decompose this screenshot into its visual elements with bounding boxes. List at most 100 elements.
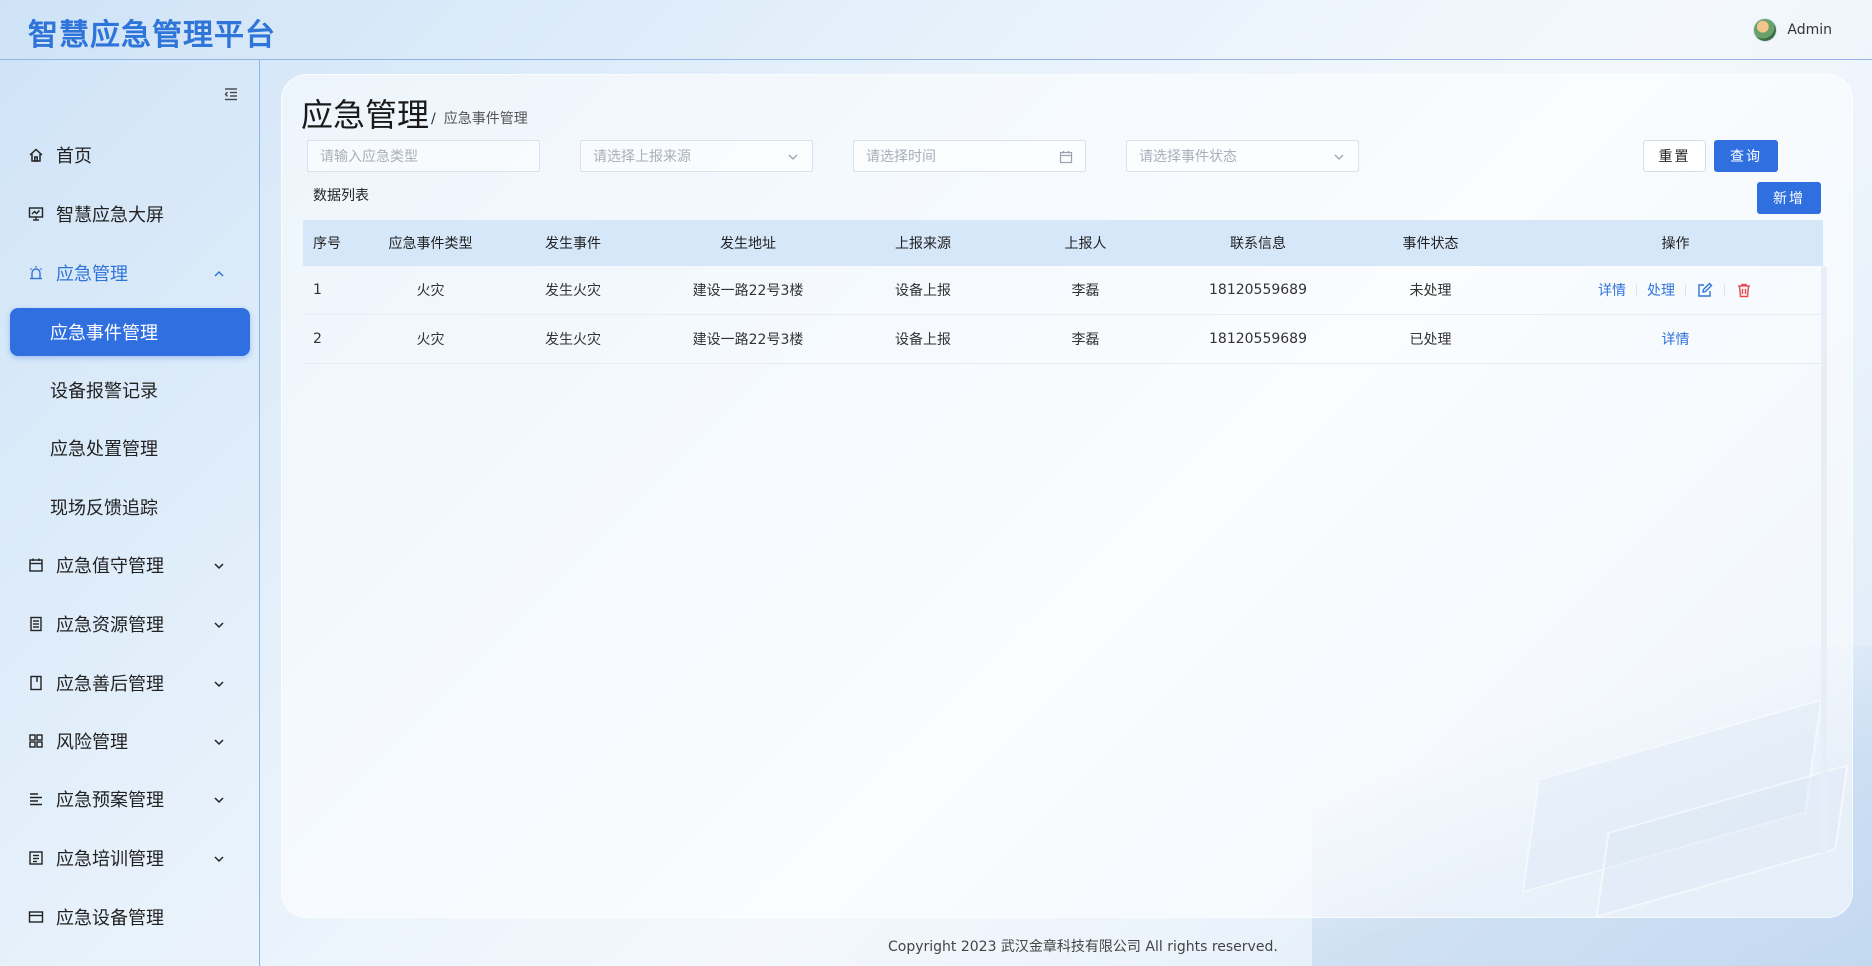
row-actions: 详情 xyxy=(1528,329,1823,349)
chevron-down-icon xyxy=(786,150,800,164)
divider xyxy=(1636,284,1637,296)
chevron-down-icon xyxy=(212,616,228,632)
divider xyxy=(1724,284,1725,296)
user-name[interactable]: Admin xyxy=(1787,22,1832,38)
add-button[interactable]: 新增 xyxy=(1757,182,1821,214)
delete-icon[interactable] xyxy=(1735,281,1753,299)
alarm-icon xyxy=(26,263,46,283)
sidebar-item-duty-management[interactable]: 应急值守管理 xyxy=(10,542,250,588)
calendar-icon xyxy=(26,555,46,575)
report-source-placeholder: 请选择上报来源 xyxy=(593,149,691,165)
main-content: 应急管理 / 应急事件管理 请输入应急类型 请选择上报来源 请选择时间 请选择事件… xyxy=(281,74,1853,918)
sidebar-item-equipment-management[interactable]: 应急设备管理 xyxy=(10,894,250,940)
sidebar-item-aftercare-management[interactable]: 应急善后管理 xyxy=(10,660,250,706)
monitor-icon xyxy=(26,204,46,224)
incident-type-input[interactable]: 请输入应急类型 xyxy=(307,140,540,172)
cell-source: 设备上报 xyxy=(895,283,951,299)
table-scrollbar[interactable] xyxy=(1821,266,1827,876)
sidebar-item-field-feedback[interactable]: 现场反馈追踪 xyxy=(10,484,250,530)
table-header: 序号 应急事件类型 发生事件 发生地址 上报来源 上报人 联系信息 事件状态 操… xyxy=(303,220,1823,266)
sidebar-item-dashboard[interactable]: 智慧应急大屏 xyxy=(10,191,250,237)
cell-contact: 18120559689 xyxy=(1209,282,1307,298)
column-header: 联系信息 xyxy=(1230,236,1286,252)
handle-link[interactable]: 处理 xyxy=(1647,280,1675,300)
document-icon xyxy=(26,614,46,634)
sidebar-item-label: 应急预案管理 xyxy=(56,790,164,811)
breadcrumb-current[interactable]: 应急事件管理 xyxy=(444,111,528,127)
breadcrumb-separator: / xyxy=(431,111,436,127)
cell-address: 建设一路22号3楼 xyxy=(692,332,804,348)
sidebar-item-emergency-management[interactable]: 应急管理 xyxy=(10,250,250,296)
sidebar-item-label: 应急事件管理 xyxy=(50,323,158,344)
chevron-down-icon xyxy=(212,850,228,866)
sidebar-item-label: 智慧应急大屏 xyxy=(56,205,164,226)
chevron-down-icon xyxy=(212,733,228,749)
list-icon xyxy=(26,789,46,809)
reset-button[interactable]: 重置 xyxy=(1643,140,1706,172)
edit-icon[interactable] xyxy=(1696,281,1714,299)
sidebar-item-response-management[interactable]: 应急处置管理 xyxy=(10,425,250,471)
event-status-select[interactable]: 请选择事件状态 xyxy=(1126,140,1359,172)
breadcrumb: / 应急事件管理 xyxy=(431,108,528,128)
cell-status: 未处理 xyxy=(1409,283,1452,299)
page-title: 应急管理 xyxy=(301,96,430,134)
detail-link[interactable]: 详情 xyxy=(1598,280,1626,300)
divider xyxy=(1685,284,1686,296)
sidebar-item-label: 应急培训管理 xyxy=(56,849,164,870)
cell-source: 设备上报 xyxy=(895,332,951,348)
table-row[interactable]: 2 火灾 发生火灾 建设一路22号3楼 设备上报 李磊 18120559689 … xyxy=(303,315,1823,364)
sidebar-item-device-alarm-records[interactable]: 设备报警记录 xyxy=(10,367,250,413)
time-picker[interactable]: 请选择时间 xyxy=(853,140,1086,172)
home-icon xyxy=(26,145,46,165)
column-header: 应急事件类型 xyxy=(388,236,473,252)
column-header: 上报来源 xyxy=(895,236,951,252)
card-icon xyxy=(26,907,46,927)
cell-reporter: 李磊 xyxy=(1071,283,1100,299)
cell-reporter: 李磊 xyxy=(1071,332,1100,348)
column-header: 上报人 xyxy=(1064,236,1107,252)
top-bar: 智慧应急管理平台 Admin xyxy=(0,0,1872,60)
cell-event: 发生火灾 xyxy=(545,332,601,348)
sidebar-item-plan-management[interactable]: 应急预案管理 xyxy=(10,776,250,822)
cell-no: 2 xyxy=(313,331,322,347)
column-header: 序号 xyxy=(313,236,341,252)
collapse-menu-icon[interactable] xyxy=(223,86,243,102)
column-header: 发生地址 xyxy=(720,236,776,252)
chevron-down-icon xyxy=(1332,150,1346,164)
sidebar-item-label: 设备报警记录 xyxy=(50,381,158,402)
sidebar-item-label: 应急设备管理 xyxy=(56,908,164,929)
cell-no: 1 xyxy=(313,282,322,298)
sidebar-item-resource-management[interactable]: 应急资源管理 xyxy=(10,601,250,647)
sidebar-item-label: 应急处置管理 xyxy=(50,439,158,460)
query-button[interactable]: 查询 xyxy=(1714,140,1778,172)
chevron-down-icon xyxy=(212,791,228,807)
chevron-down-icon xyxy=(212,675,228,691)
incident-type-placeholder: 请输入应急类型 xyxy=(320,149,418,165)
chevron-down-icon xyxy=(212,557,228,573)
chevron-up-icon xyxy=(212,265,228,281)
avatar[interactable] xyxy=(1753,18,1778,42)
sidebar-item-incident-management[interactable]: 应急事件管理 xyxy=(10,308,250,356)
cell-event: 发生火灾 xyxy=(545,283,601,299)
detail-link[interactable]: 详情 xyxy=(1662,329,1690,349)
sidebar-item-label: 应急值守管理 xyxy=(56,556,164,577)
sidebar-item-home[interactable]: 首页 xyxy=(10,132,250,178)
sidebar-item-label: 应急资源管理 xyxy=(56,615,164,636)
footer-copyright: Copyright 2023 武汉金章科技有限公司 All rights res… xyxy=(888,939,1278,955)
sidebar-item-training-management[interactable]: 应急培训管理 xyxy=(10,835,250,881)
calendar-icon xyxy=(1059,150,1073,164)
app-title: 智慧应急管理平台 xyxy=(28,18,276,53)
report-source-select[interactable]: 请选择上报来源 xyxy=(580,140,813,172)
row-actions: 详情 处理 xyxy=(1528,280,1823,300)
checklist-icon xyxy=(26,848,46,868)
grid-icon xyxy=(26,731,46,751)
column-header: 发生事件 xyxy=(545,236,601,252)
sidebar-item-risk-management[interactable]: 风险管理 xyxy=(10,718,250,764)
cell-type: 火灾 xyxy=(416,283,445,299)
table-row[interactable]: 1 火灾 发生火灾 建设一路22号3楼 设备上报 李磊 18120559689 … xyxy=(303,266,1823,315)
time-placeholder: 请选择时间 xyxy=(866,149,936,165)
cell-type: 火灾 xyxy=(416,332,445,348)
user-menu[interactable]: Admin xyxy=(1753,18,1832,42)
cell-contact: 18120559689 xyxy=(1209,331,1307,347)
sidebar-item-label: 首页 xyxy=(56,146,92,167)
